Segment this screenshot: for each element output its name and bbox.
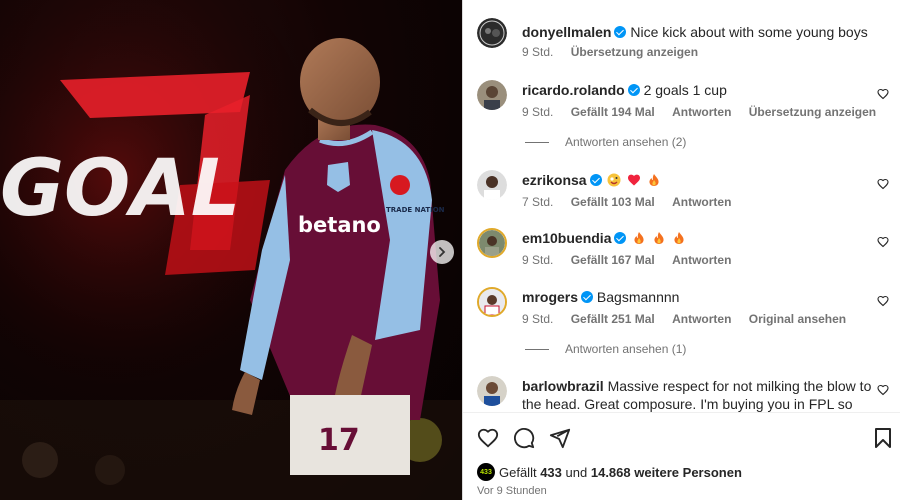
replies-divider	[525, 141, 549, 143]
likes-and: und	[565, 464, 588, 480]
heart-icon[interactable]	[877, 88, 889, 100]
reply-button[interactable]: Antworten	[672, 253, 731, 267]
view-replies-button[interactable]: Antworten ansehen (1)	[525, 342, 686, 356]
post-sidebar: donyellmalen Nice kick about with some y…	[462, 0, 900, 500]
chevron-right-icon	[439, 247, 446, 257]
comment-text: Bagsmannnn	[596, 289, 680, 305]
verified-icon	[627, 84, 640, 96]
heart-icon[interactable]	[877, 236, 889, 248]
avatar[interactable]	[477, 228, 507, 258]
goal-sign-text: GOAL	[0, 144, 240, 234]
view-original-link[interactable]: Original ansehen	[749, 312, 846, 326]
comment-likes[interactable]: Gefällt 194 Mal	[571, 105, 655, 119]
like-heart-icon[interactable]	[477, 427, 499, 449]
comment-time[interactable]: 9 Std.	[522, 312, 553, 326]
replies-divider	[525, 348, 549, 350]
next-image-button[interactable]	[430, 240, 454, 264]
liker-avatar: 433	[477, 463, 495, 481]
sponsor-text: betano	[298, 213, 381, 237]
caption-username[interactable]: donyellmalen	[522, 24, 611, 40]
comment-username[interactable]: mrogers	[522, 289, 578, 305]
comment-text: 2 goals 1 cup	[643, 82, 727, 98]
reply-button[interactable]: Antworten	[672, 105, 731, 119]
comment-likes[interactable]: Gefällt 103 Mal	[571, 195, 655, 209]
share-icon[interactable]	[549, 427, 571, 449]
shorts-number: 17	[318, 423, 360, 458]
reply-button[interactable]: Antworten	[672, 195, 731, 209]
view-replies-label: Antworten ansehen (2)	[565, 135, 687, 149]
avatar[interactable]	[477, 18, 507, 48]
comment-time[interactable]: 7 Std.	[522, 195, 553, 209]
fire-emoji	[674, 232, 684, 244]
likes-summary[interactable]: 433 Gefällt 433 und 14.868 weitere Perso…	[477, 463, 742, 481]
fire-emoji	[649, 174, 659, 186]
verified-icon	[614, 26, 627, 38]
sleeve-badge-text: TRADE NATION	[386, 206, 445, 214]
translate-link[interactable]: Übersetzung anzeigen	[749, 105, 876, 119]
crazy-face-emoji	[607, 173, 621, 187]
comment-username[interactable]: ricardo.rolando	[522, 82, 625, 98]
avatar[interactable]	[477, 287, 507, 317]
comment-username[interactable]: barlowbrazil	[522, 378, 604, 394]
avatar[interactable]	[477, 170, 507, 200]
comment-username[interactable]: em10buendia	[522, 230, 611, 246]
liker-name[interactable]: 433	[540, 465, 562, 480]
heart-icon[interactable]	[877, 178, 889, 190]
heart-emoji	[628, 174, 641, 186]
post-timestamp[interactable]: Vor 9 Stunden	[477, 485, 547, 497]
comment-time[interactable]: 9 Std.	[522, 105, 553, 119]
sleeve-badge-icon	[390, 175, 410, 195]
fire-emoji	[654, 232, 664, 244]
verified-icon	[581, 291, 594, 303]
comment-likes[interactable]: Gefällt 251 Mal	[571, 312, 655, 326]
avatar[interactable]	[477, 80, 507, 110]
comment-username[interactable]: ezrikonsa	[522, 172, 587, 188]
verified-icon	[614, 232, 627, 244]
likes-prefix: Gefällt	[499, 464, 537, 480]
bookmark-icon[interactable]	[873, 427, 893, 449]
player-photo: GOAL 17 betano TRADE NATION	[0, 0, 462, 500]
heart-icon[interactable]	[877, 384, 889, 396]
caption-text: Nice kick about with some young boys	[630, 24, 868, 40]
avatar[interactable]	[477, 376, 507, 406]
verified-icon	[589, 174, 602, 186]
heart-icon[interactable]	[877, 295, 889, 307]
comment-time[interactable]: 9 Std.	[522, 253, 553, 267]
comment-likes[interactable]: Gefällt 167 Mal	[571, 253, 655, 267]
fire-emoji	[634, 232, 644, 244]
reply-button[interactable]: Antworten	[672, 312, 731, 326]
caption-time[interactable]: 9 Std.	[522, 45, 553, 59]
caption-translate-link[interactable]: Übersetzung anzeigen	[571, 45, 698, 59]
view-replies-button[interactable]: Antworten ansehen (2)	[525, 135, 686, 149]
post-image: GOAL 17 betano TRADE NATION	[0, 0, 462, 500]
view-replies-label: Antworten ansehen (1)	[565, 342, 687, 356]
comment-icon[interactable]	[513, 427, 535, 449]
comments-list[interactable]: donyellmalen Nice kick about with some y…	[463, 0, 900, 412]
post-actions: 433 Gefällt 433 und 14.868 weitere Perso…	[463, 412, 900, 500]
likes-others[interactable]: 14.868 weitere Personen	[591, 465, 742, 480]
